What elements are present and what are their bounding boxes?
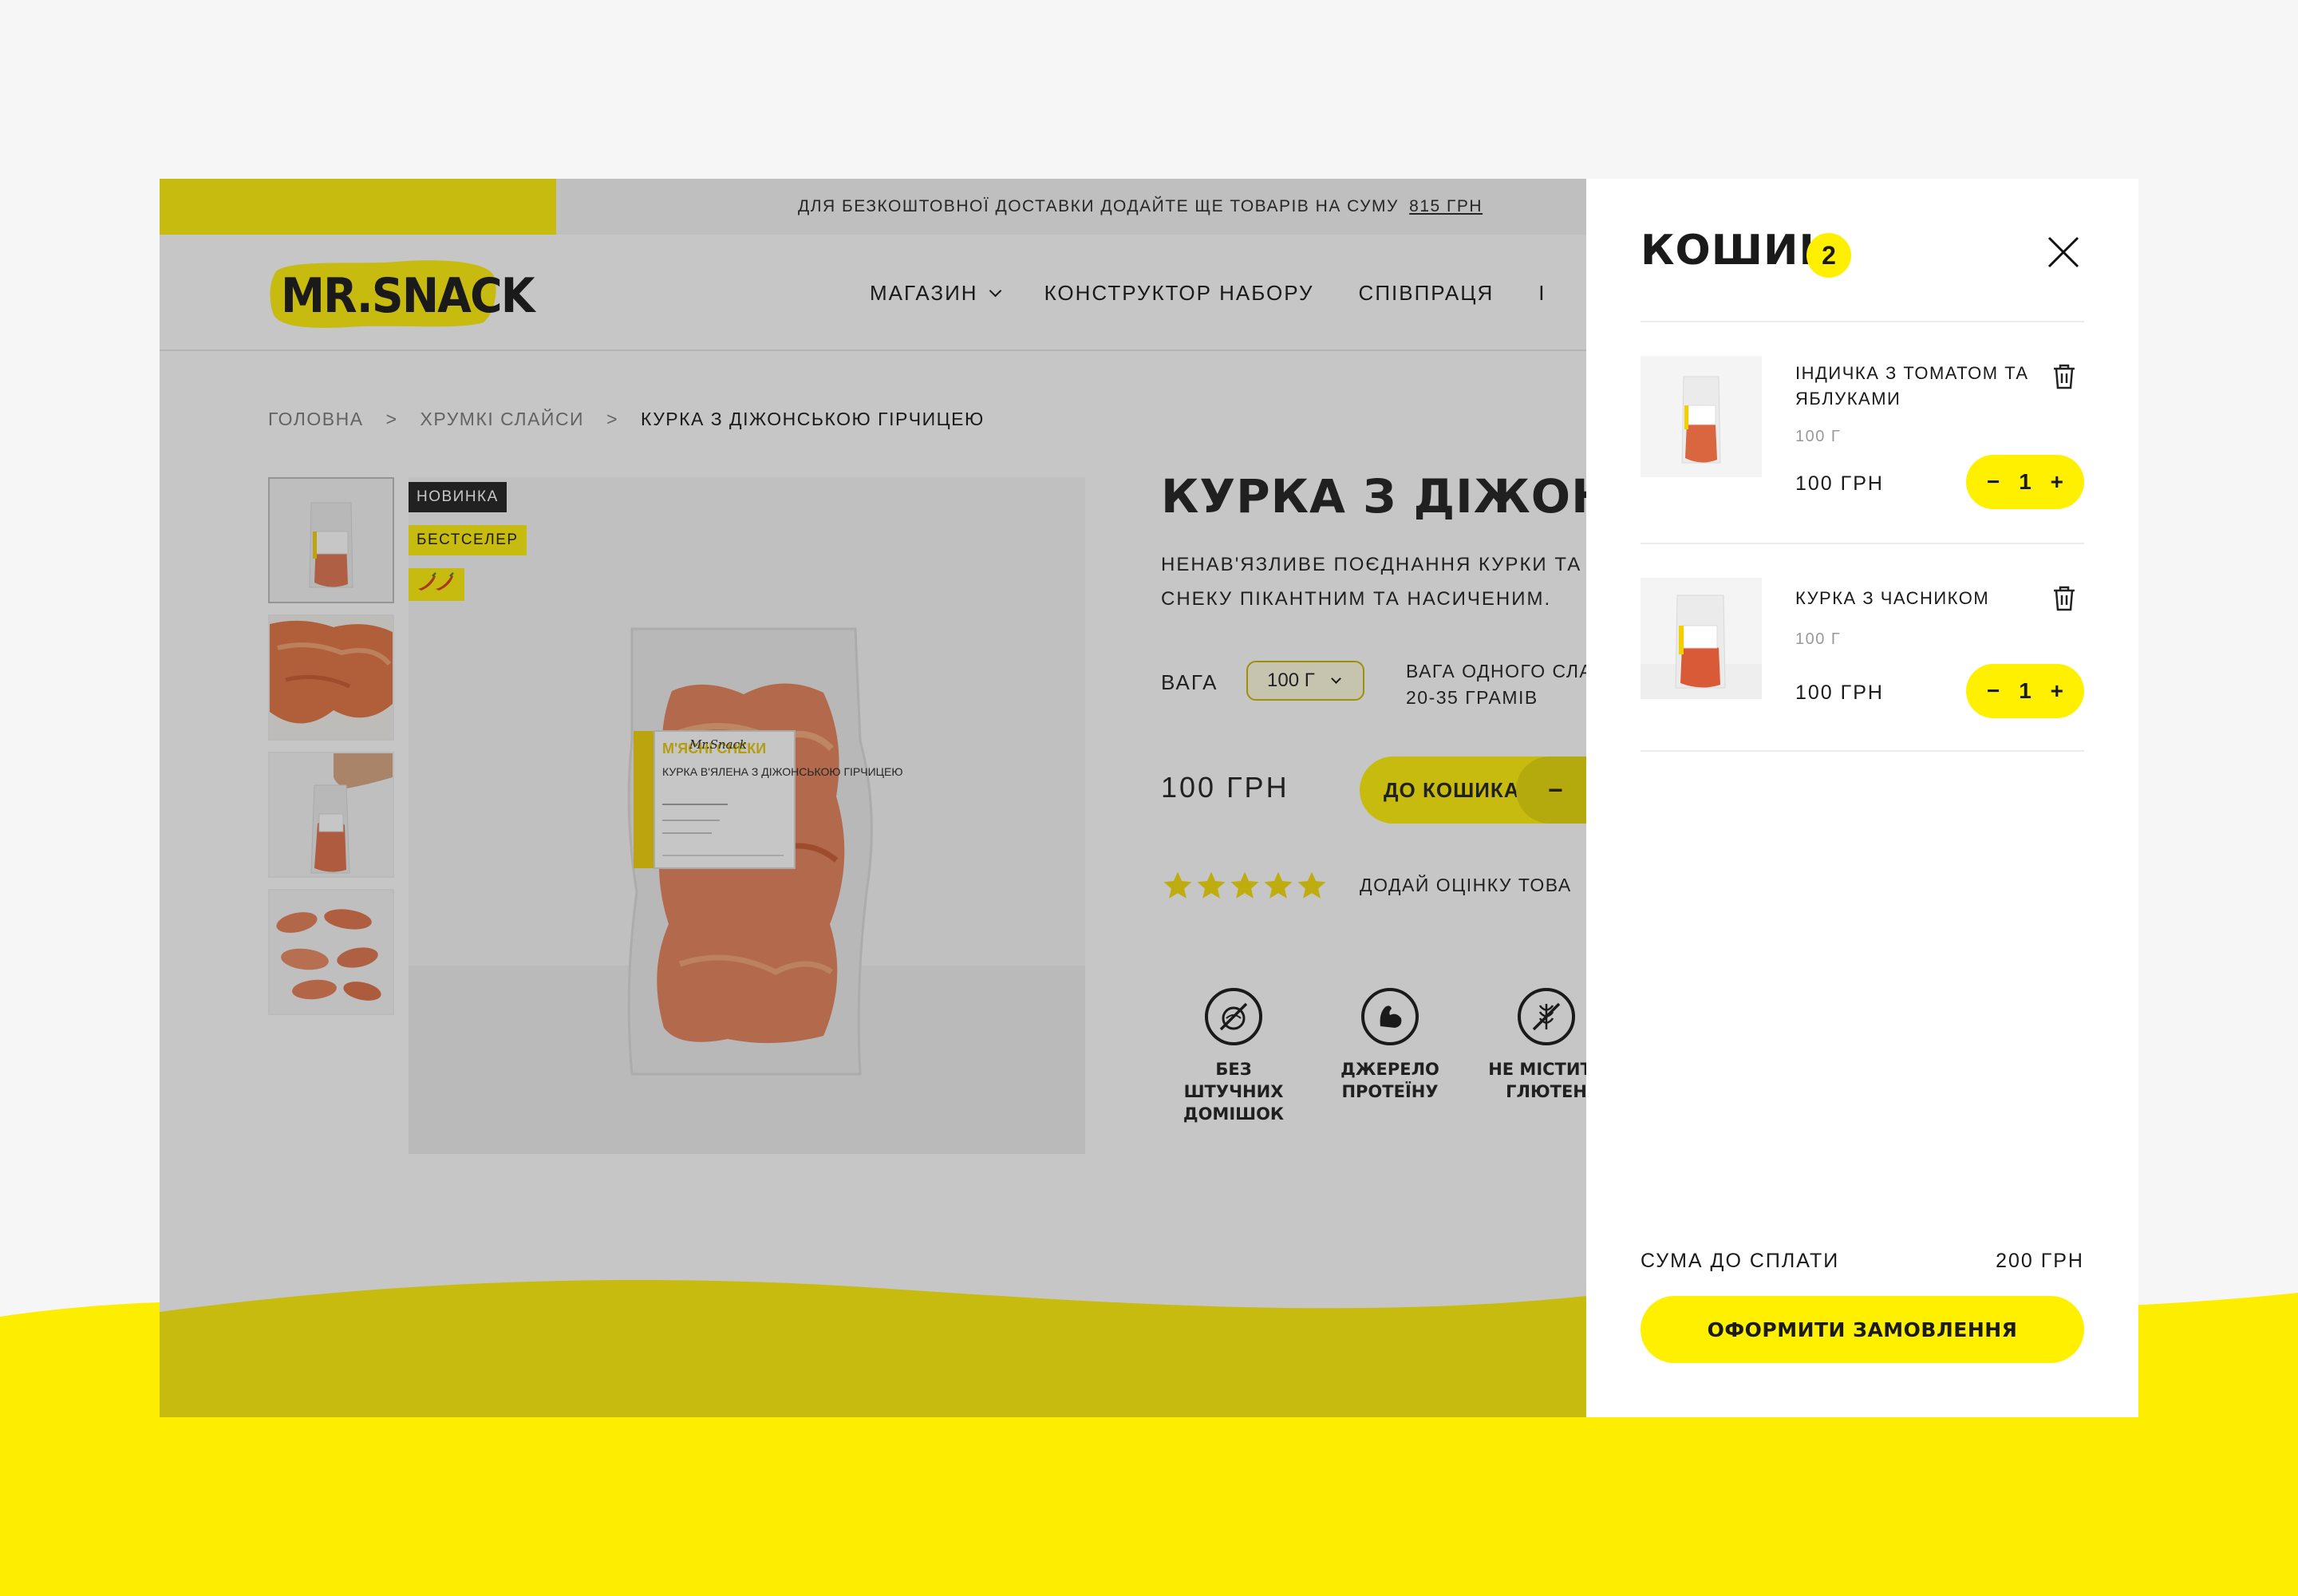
cart-divider [1641, 543, 2084, 544]
trash-icon[interactable] [2051, 362, 2078, 391]
cart-item-name: КУРКА З ЧАСНИКОМ [1795, 588, 1990, 608]
cart-total-value: 200 ГРН [1996, 1250, 2084, 1272]
cart-qty-value: 1 [2019, 469, 2031, 494]
cart-divider [1641, 750, 2084, 752]
cart-item-image[interactable] [1641, 356, 1762, 477]
cart-item-image[interactable] [1641, 578, 1762, 699]
trash-icon[interactable] [2051, 584, 2078, 613]
checkout-button-label: ОФОРМИТИ ЗАМОВЛЕННЯ [1707, 1317, 2018, 1341]
cart-item-package-image [1641, 578, 1762, 699]
page-overlay[interactable] [160, 179, 1586, 1417]
cart-qty-plus-button[interactable]: + [2051, 469, 2063, 495]
cart-qty-minus-button[interactable]: − [1987, 678, 2000, 704]
cart-item-weight: 100 Г [1795, 428, 1842, 445]
cart-item-price: 100 ГРН [1795, 472, 1884, 495]
close-icon[interactable] [2044, 233, 2083, 271]
cart-item: КУРКА З ЧАСНИКОМ 100 Г 100 ГРН − 1 + [1641, 578, 2084, 718]
cart-qty-value: 1 [2019, 678, 2031, 703]
cart-item: ІНДИЧКА З ТОМАТОМ ТА ЯБЛУКАМИ 100 Г 100 … [1641, 356, 2084, 509]
cart-divider [1641, 321, 2084, 322]
cart-title: КОШИК [1641, 227, 1834, 275]
cart-item-package-image [1641, 356, 1762, 477]
product-page: ДЛЯ БЕЗКОШТОВНОЇ ДОСТАВКИ ДОДАЙТЕ ЩЕ ТОВ… [160, 179, 1586, 1417]
cart-count-badge: 2 [1806, 233, 1851, 278]
cart-item-name: ІНДИЧКА З ТОМАТОМ ТА ЯБЛУКАМИ [1795, 363, 2029, 409]
cart-total-label: СУМА ДО СПЛАТИ [1641, 1250, 1840, 1272]
cart-item-price: 100 ГРН [1795, 681, 1884, 704]
cart-item-qty-stepper[interactable]: − 1 + [1966, 664, 2084, 718]
browser-frame: ДЛЯ БЕЗКОШТОВНОЇ ДОСТАВКИ ДОДАЙТЕ ЩЕ ТОВ… [160, 179, 2138, 1417]
cart-item-qty-stepper[interactable]: − 1 + [1966, 455, 2084, 509]
cart-qty-plus-button[interactable]: + [2051, 678, 2063, 704]
checkout-button[interactable]: ОФОРМИТИ ЗАМОВЛЕННЯ [1641, 1296, 2084, 1363]
cart-drawer: КОШИК 2 ІНДИЧКА З ТОМАТОМ ТА ЯБЛУКАМИ 10… [1586, 179, 2138, 1417]
cart-qty-minus-button[interactable]: − [1987, 469, 2000, 495]
cart-item-weight: 100 Г [1795, 630, 1842, 648]
